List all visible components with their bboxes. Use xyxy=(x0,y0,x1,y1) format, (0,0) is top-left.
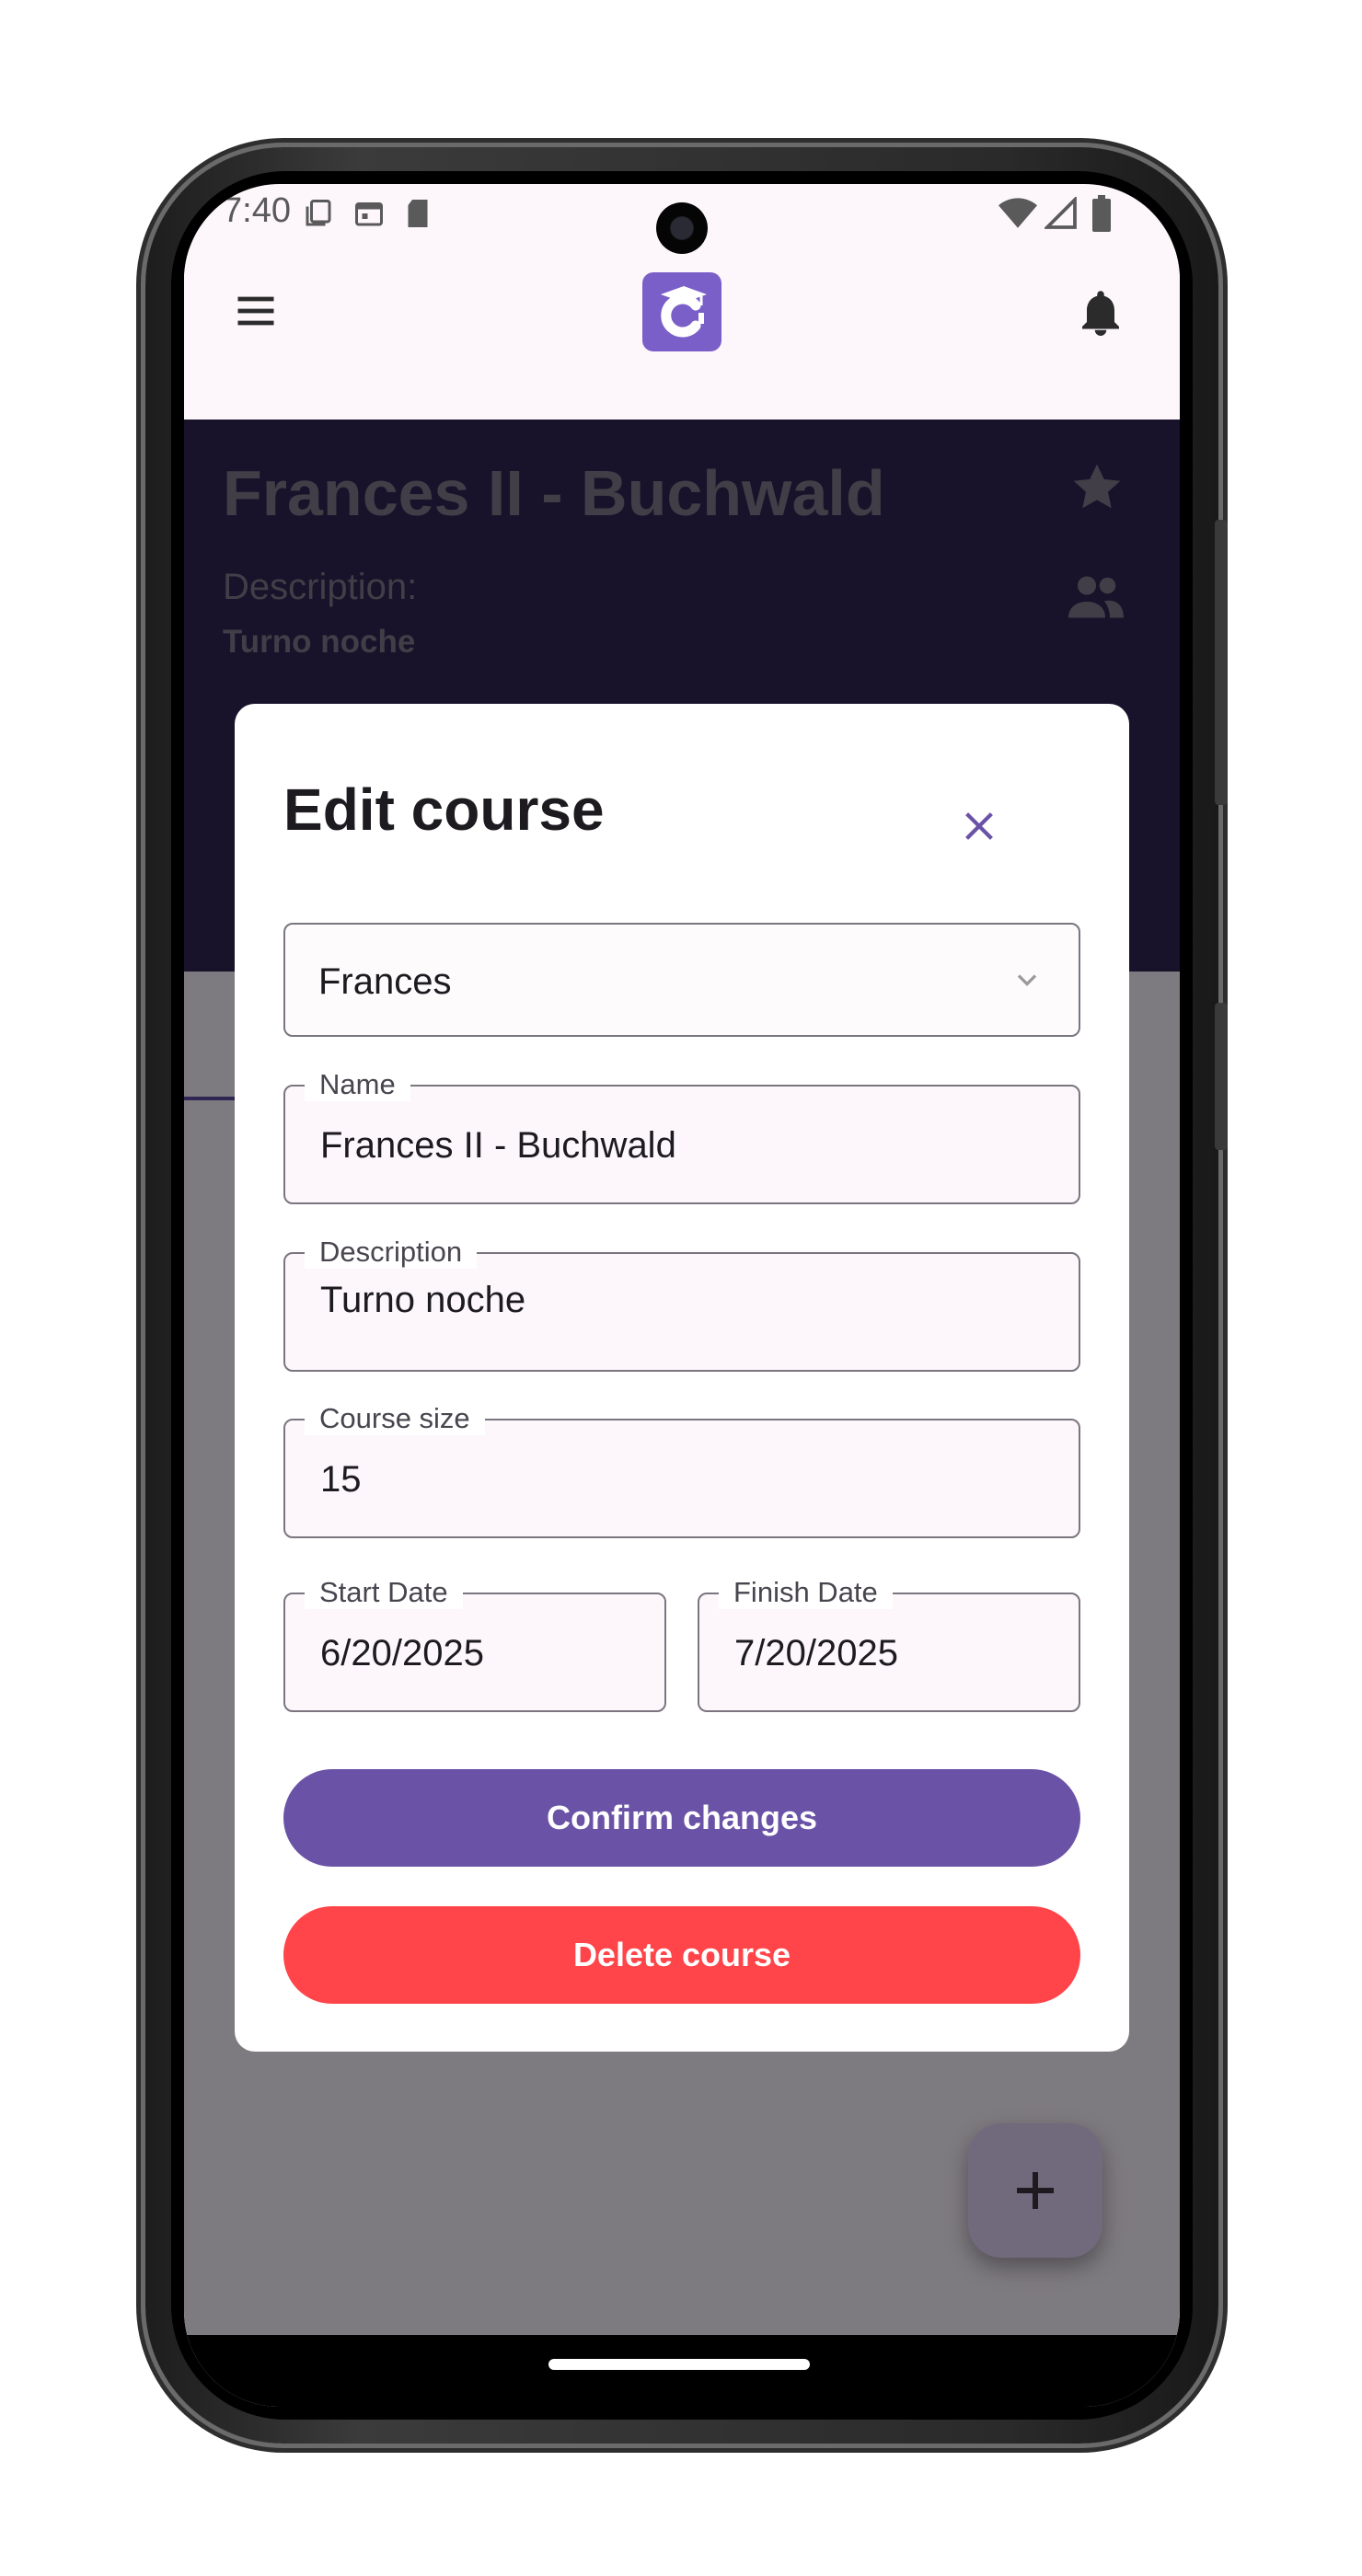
course-size-input[interactable]: 15 xyxy=(320,1459,362,1501)
status-time: 7:40 xyxy=(223,191,291,230)
plus-icon xyxy=(1017,2172,1054,2209)
language-select[interactable]: Frances xyxy=(283,923,1080,1037)
name-input[interactable]: Frances II - Buchwald xyxy=(320,1125,676,1167)
start-date-label: Start Date xyxy=(305,1576,463,1609)
signal-icon xyxy=(1043,195,1078,235)
name-field[interactable]: Frances II - Buchwald xyxy=(283,1085,1080,1204)
calendar-notification-icon xyxy=(352,197,386,235)
name-label: Name xyxy=(305,1068,410,1101)
language-select-value: Frances xyxy=(318,961,452,1002)
app-logo xyxy=(642,272,721,356)
description-label: Description xyxy=(305,1236,478,1269)
course-size-label: Course size xyxy=(305,1402,485,1435)
tab-indicator xyxy=(184,1097,239,1100)
close-icon[interactable] xyxy=(958,805,1000,852)
front-camera xyxy=(656,202,708,254)
top-app-bar xyxy=(184,248,1180,420)
wifi-icon xyxy=(998,197,1037,235)
finish-date-input[interactable]: 7/20/2025 xyxy=(734,1633,898,1674)
start-date-field[interactable]: 6/20/2025 xyxy=(283,1593,666,1712)
description-input[interactable]: Turno noche xyxy=(320,1280,525,1321)
edit-course-dialog: Edit course Frances Frances II - Buchwal… xyxy=(235,704,1129,2052)
finish-date-label: Finish Date xyxy=(719,1576,893,1609)
home-indicator[interactable] xyxy=(548,2359,810,2370)
dialog-title: Edit course xyxy=(283,776,605,843)
copy-notification-icon xyxy=(302,197,335,235)
phone-screen: 7:40 Edit course Frances Frances II - Bu… xyxy=(184,184,1180,2407)
confirm-changes-button[interactable]: Confirm changes xyxy=(283,1769,1080,1867)
finish-date-field[interactable]: 7/20/2025 xyxy=(698,1593,1080,1712)
volume-button xyxy=(1215,1003,1228,1150)
chevron-down-icon xyxy=(1010,963,1044,1001)
menu-icon[interactable] xyxy=(232,287,280,339)
power-button xyxy=(1215,520,1228,805)
add-fab[interactable] xyxy=(968,2123,1102,2258)
system-navigation-bar xyxy=(184,2335,1180,2407)
battery-icon xyxy=(1091,195,1113,236)
course-size-field[interactable]: 15 xyxy=(283,1419,1080,1538)
delete-course-button[interactable]: Delete course xyxy=(283,1906,1080,2004)
description-field[interactable]: Turno noche xyxy=(283,1252,1080,1372)
sd-card-icon xyxy=(403,197,433,235)
start-date-input[interactable]: 6/20/2025 xyxy=(320,1633,484,1674)
bell-icon[interactable] xyxy=(1073,285,1128,345)
